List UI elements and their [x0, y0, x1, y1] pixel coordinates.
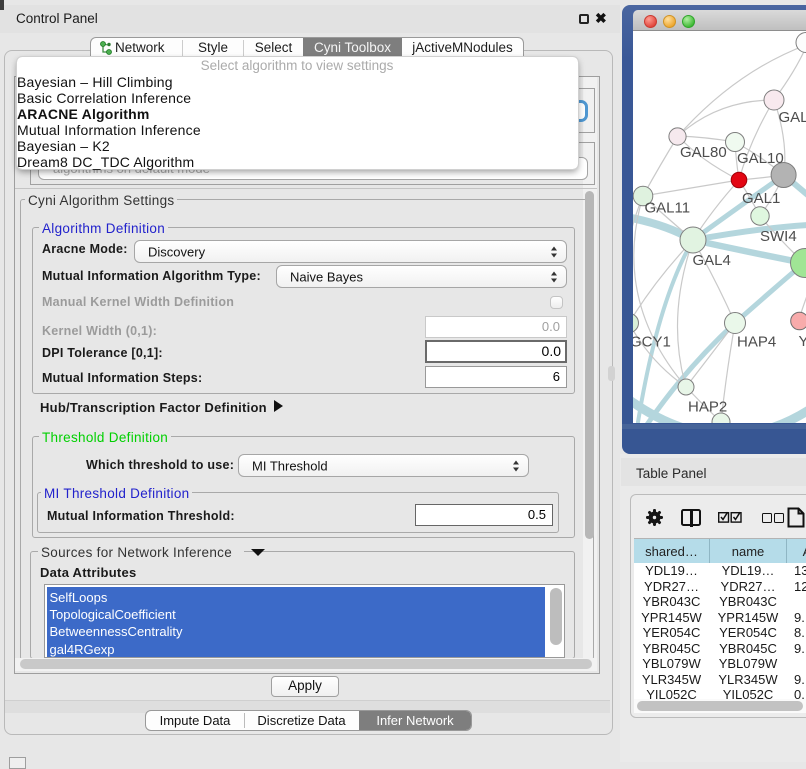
svg-text:GAL4: GAL4	[693, 252, 731, 269]
svg-text:HAP2: HAP2	[688, 399, 727, 416]
svg-text:GAL11: GAL11	[645, 200, 691, 217]
svg-text:SWI4: SWI4	[760, 228, 797, 245]
svg-text:GAL80: GAL80	[680, 144, 727, 161]
svg-text:YL: YL	[799, 333, 806, 350]
svg-text:HAP4: HAP4	[737, 334, 776, 351]
svg-text:GCY1: GCY1	[633, 334, 671, 351]
svg-text:GAL1: GAL1	[742, 190, 780, 207]
svg-text:GAL7: GAL7	[779, 109, 806, 126]
svg-text:GAL10: GAL10	[737, 150, 784, 167]
